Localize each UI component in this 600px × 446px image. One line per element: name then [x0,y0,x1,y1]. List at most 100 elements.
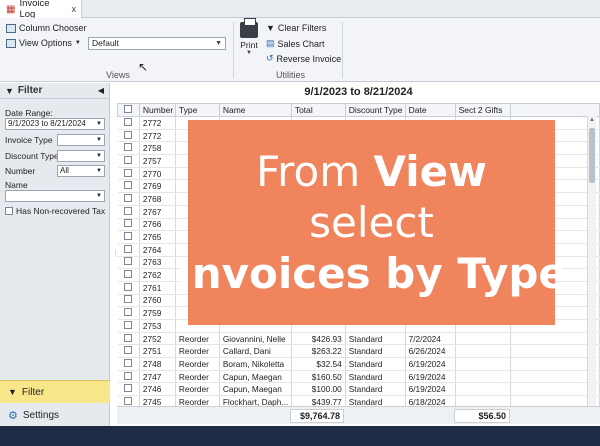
discount-type-select[interactable]: ▼ [57,150,105,162]
table-cell: Boram, Nikoletta [219,357,292,371]
row-checkbox[interactable] [117,306,140,320]
checkbox-box[interactable] [124,206,133,215]
scroll-up-icon[interactable]: ▲ [589,117,595,123]
checkbox-box[interactable] [124,244,133,253]
column-header[interactable]: Number [138,103,176,117]
checkbox-box[interactable] [124,219,133,228]
checkbox-box[interactable] [124,143,133,152]
table-row[interactable]: 2746 Reorder Capun, Maegan $100.00 Standard 6… [117,382,600,397]
settings-button-label: Settings [22,410,60,421]
checkbox-box[interactable] [124,295,133,304]
row-checkbox[interactable] [117,332,140,346]
row-checkbox[interactable] [117,230,140,244]
checkbox-box[interactable] [5,207,13,215]
vertical-scrollbar[interactable]: ▲ [587,116,596,406]
column-header[interactable]: Total [290,103,346,117]
checkbox-box[interactable] [124,105,133,113]
view-options-button[interactable]: View Options ▼ [6,38,81,48]
row-checkbox[interactable] [117,218,140,232]
tab-invoice-log[interactable]: ▦ Invoice Log x [0,0,82,20]
checkbox-box[interactable] [124,181,133,190]
filter-button[interactable]: ▼ Filter [0,380,110,403]
row-checkbox[interactable] [117,268,140,282]
table-row[interactable]: 2752 Reorder Giovannini, Nelle $426.93 Stand… [117,332,600,346]
table-cell: 6/19/2024 [405,370,456,384]
row-checkbox[interactable] [117,129,140,143]
checkbox-box[interactable] [124,257,133,266]
table-cell: Reorder [175,332,220,346]
column-chooser-button[interactable]: Column Chooser [6,23,87,33]
row-checkbox[interactable] [117,205,140,219]
checkbox-box[interactable] [124,384,133,393]
name-select[interactable]: ▼ [5,190,105,202]
table-cell: Reorder [175,395,220,406]
collapse-icon[interactable]: ◀ [98,86,104,95]
row-checkbox[interactable] [117,154,140,168]
row-checkbox[interactable] [117,370,140,384]
column-header[interactable]: Type [174,103,220,117]
row-checkbox[interactable] [117,167,140,181]
invoice-type-select[interactable]: ▼ [57,134,105,146]
close-icon[interactable]: x [72,4,77,14]
table-row[interactable]: 2747 Reorder Capun, Maegan $160.50 Standard 6… [117,370,600,384]
table-cell: Giovannini, Nelle [219,332,292,346]
checkbox-box[interactable] [124,193,133,202]
row-checkbox[interactable] [117,319,140,333]
row-checkbox[interactable] [117,294,140,308]
table-row[interactable]: 2745 Reorder Flockhart, Daph... $439.77 Stan… [117,395,600,406]
discount-type-label: Discount Type [5,151,59,161]
column-header[interactable]: Sect 2 Gifts [454,103,512,117]
column-header[interactable]: Date [404,103,456,117]
row-checkbox[interactable] [117,382,140,397]
overlay-line-2: select [309,198,434,247]
checkbox-box[interactable] [124,333,133,342]
table-row[interactable]: 2751 Reorder Callard, Dani $263.22 Standard 6… [117,344,600,359]
table-cell: $100.00 [291,382,346,397]
reverse-invoice-button[interactable]: ↺ Reverse Invoice [266,53,341,64]
row-checkbox[interactable] [117,243,140,257]
checkbox-box[interactable] [124,282,133,291]
row-checkbox[interactable] [117,179,140,194]
checkbox-box[interactable] [124,358,133,367]
column-header[interactable]: Discount Type [344,103,406,117]
row-checkbox[interactable] [117,344,140,359]
checkbox-box[interactable] [124,346,133,355]
table-row[interactable]: 2748 Reorder Boram, Nikoletta $32.54 Standar… [117,357,600,371]
checkbox-box[interactable] [124,232,133,241]
column-header[interactable]: Name [218,103,292,117]
row-checkbox[interactable] [117,192,140,206]
clear-filters-button[interactable]: ▼ Clear Filters [266,23,326,33]
checkbox-box[interactable] [124,396,133,405]
checkbox-box[interactable] [124,320,133,329]
non-recovered-tax-checkbox[interactable]: Has Non-recovered Tax [5,206,105,216]
row-checkbox[interactable] [117,256,140,270]
scrollbar-thumb[interactable] [589,128,595,183]
checkbox-box[interactable] [124,270,133,279]
table-header-row: Number Type Name Total Discount Type Date Sect… [117,103,600,117]
checkbox-box[interactable] [124,168,133,177]
row-checkbox[interactable] [117,116,140,130]
checkbox-box[interactable] [124,155,133,164]
row-checkbox[interactable] [117,357,140,371]
table-cell: $439.77 [291,395,346,406]
date-range-value: 9/1/2023 to 8/21/2024 [8,119,86,128]
checkbox-box[interactable] [124,371,133,380]
settings-button[interactable]: ⚙ Settings [0,405,110,426]
row-checkbox[interactable] [117,281,140,295]
table-cell: 2767 [139,205,176,219]
chevron-down-icon: ▼ [96,193,102,199]
number-select[interactable]: All ▼ [57,165,105,177]
select-all-checkbox[interactable] [117,103,140,117]
checkbox-box[interactable] [124,117,133,126]
checkbox-box[interactable] [124,130,133,139]
sales-chart-button[interactable]: ▤ Sales Chart [266,38,325,49]
row-checkbox[interactable] [117,141,140,156]
view-select[interactable]: Default ▼ [88,37,226,50]
view-select-value: Default [92,38,119,48]
checkbox-box[interactable] [124,308,133,317]
date-range-select[interactable]: 9/1/2023 to 8/21/2024 ▼ [5,118,105,130]
filter-panel-title: Filter [17,85,43,96]
print-button[interactable]: Print ▼ [238,18,260,56]
row-checkbox[interactable] [117,395,140,406]
table-cell: 2761 [139,281,176,295]
